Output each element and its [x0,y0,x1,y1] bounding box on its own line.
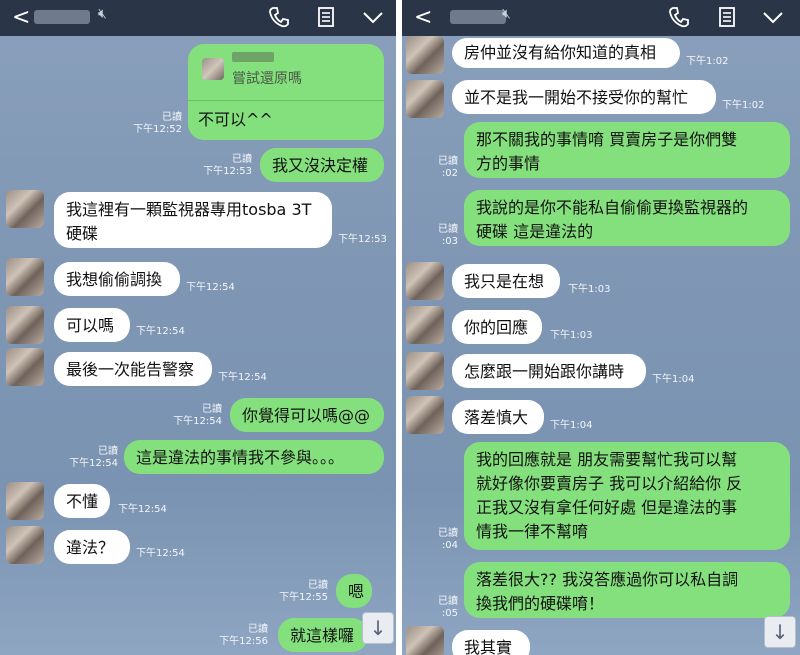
message-time: 下午1:04 [652,374,695,385]
message-time: 下午1:03 [568,284,611,295]
message-bubble-incoming[interactable]: 落差慎大 [452,400,544,434]
message-time: 下午1:04 [550,420,593,431]
contact-avatar[interactable] [406,36,444,74]
contact-avatar[interactable] [6,526,44,564]
contact-avatar[interactable] [6,258,44,296]
message-bubble-outgoing[interactable]: 那不關我的事情唷 買賣房子是你們雙 方的事情 [464,122,790,178]
contact-name-blurred [450,10,506,24]
chat-panel-left: < 🔇︎ 嘗試還原嗎 不可以^^ 已讀 下午12:52 我又沒決定權 已讀 下午… [0,0,396,655]
contact-avatar[interactable] [406,262,444,300]
read-receipt: 已讀 [308,580,328,591]
quoted-message-text: 嘗試還原嗎 [232,71,302,87]
message-bubble-outgoing[interactable]: 嗯 [336,574,372,608]
chat-header: < 🔇︎ [0,0,396,36]
contact-avatar[interactable] [406,396,444,434]
message-time: :04 [441,540,458,551]
read-receipt: 已讀 [438,156,458,167]
message-bubble-outgoing[interactable]: 我說的是你不能私自偷偷更換監視器的 硬碟 這是違法的 [464,190,790,246]
message-bubble-incoming[interactable]: 違法？ [54,530,130,564]
read-receipt: 已讀 [98,446,118,457]
message-bubble-outgoing[interactable]: 你覺得可以嗎@@ [230,398,384,432]
quoted-avatar [202,58,224,80]
message-bubble-incoming[interactable]: 房仲並沒有給你知道的真相 [452,38,680,68]
message-bubble-incoming[interactable]: 我想偷偷調換 [54,262,180,296]
message-time: 下午12:54 [218,372,267,383]
contact-avatar[interactable] [6,482,44,520]
message-bubble-incoming[interactable]: 我只是在想 [452,264,560,298]
menu-list-icon[interactable] [712,2,742,32]
scroll-to-bottom-button[interactable]: ↓ [362,612,394,644]
message-time: 下午12:54 [118,504,167,515]
message-time: 下午12:53 [203,166,252,177]
message-time: 下午12:54 [186,282,235,293]
message-bubble-incoming[interactable]: 並不是我一開始不接受你的幫忙 [452,80,716,114]
message-time: 下午12:55 [279,592,328,603]
quote-divider [188,100,384,101]
message-time: 下午12:52 [133,124,182,135]
read-receipt: 已讀 [202,404,222,415]
message-time: 下午12:54 [136,548,185,559]
read-receipt: 已讀 [438,224,458,235]
contact-avatar[interactable] [406,626,444,655]
scroll-to-bottom-button[interactable]: ↓ [764,616,796,648]
message-bubble-incoming[interactable]: 不懂 [54,484,110,518]
read-receipt: 已讀 [438,596,458,607]
quoted-sender-blurred [232,52,274,62]
message-time: 下午1:03 [550,330,593,341]
read-receipt: 已讀 [248,624,268,635]
message-bubble-outgoing[interactable]: 就這樣囉 [278,618,368,652]
message-bubble-incoming[interactable]: 怎麼跟一開始跟你講時 [452,354,646,388]
contact-avatar[interactable] [406,352,444,390]
contact-name-blurred [34,10,90,24]
phone-icon[interactable] [264,2,294,32]
contact-avatar[interactable] [406,306,444,344]
chevron-down-icon[interactable] [758,2,788,32]
message-time: :05 [441,608,458,619]
message-time: 下午12:54 [69,458,118,469]
read-receipt: 已讀 [162,112,182,123]
message-bubble-outgoing[interactable]: 落差很大?? 我沒答應過你可以私自調 換我們的硬碟唷！ [464,562,790,618]
message-bubble-incoming[interactable]: 可以嗎 [54,308,130,342]
message-time: 下午12:56 [219,636,268,647]
mute-icon: 🔇︎ [502,6,511,22]
message-time: 下午1:02 [686,56,729,67]
contact-avatar[interactable] [406,80,444,118]
back-icon[interactable]: < [12,4,30,32]
read-receipt: 已讀 [232,154,252,165]
mute-icon: 🔇︎ [98,6,107,22]
menu-list-icon[interactable] [311,2,341,32]
message-bubble-outgoing[interactable]: 我又沒決定權 [260,148,384,182]
message-text: 不可以^^ [198,110,273,129]
contact-avatar[interactable] [6,190,44,228]
phone-icon[interactable] [664,2,694,32]
message-time: 下午12:53 [338,234,387,245]
chat-header: < 🔇︎ [402,0,800,36]
message-bubble-incoming[interactable]: 我其實 [452,630,530,655]
message-bubble-incoming[interactable]: 我這裡有一顆監視器專用tosba 3T 硬碟 [54,192,332,248]
read-receipt: 已讀 [438,528,458,539]
message-time: :02 [441,168,458,179]
message-bubble-outgoing[interactable]: 我的回應就是 朋友需要幫忙我可以幫 就好像你要賣房子 我可以介紹給你 反 正我又… [464,442,790,550]
chat-panel-right: < 🔇︎ 房仲並沒有給你知道的真相 下午1:02 並不是我一開始不接受你的幫忙 … [402,0,800,655]
contact-avatar[interactable] [6,348,44,386]
message-bubble-outgoing[interactable]: 這是違法的事情我不參與。。。 [124,440,384,474]
message-bubble-incoming[interactable]: 最後一次能告警察 [54,352,212,386]
contact-avatar[interactable] [6,306,44,344]
message-time: 下午1:02 [722,100,765,111]
message-time: 下午12:54 [173,416,222,427]
message-time: 下午12:54 [136,326,185,337]
message-time: :03 [441,236,458,247]
chevron-down-icon[interactable] [358,2,388,32]
message-bubble-incoming[interactable]: 你的回應 [452,310,542,344]
back-icon[interactable]: < [414,4,432,32]
